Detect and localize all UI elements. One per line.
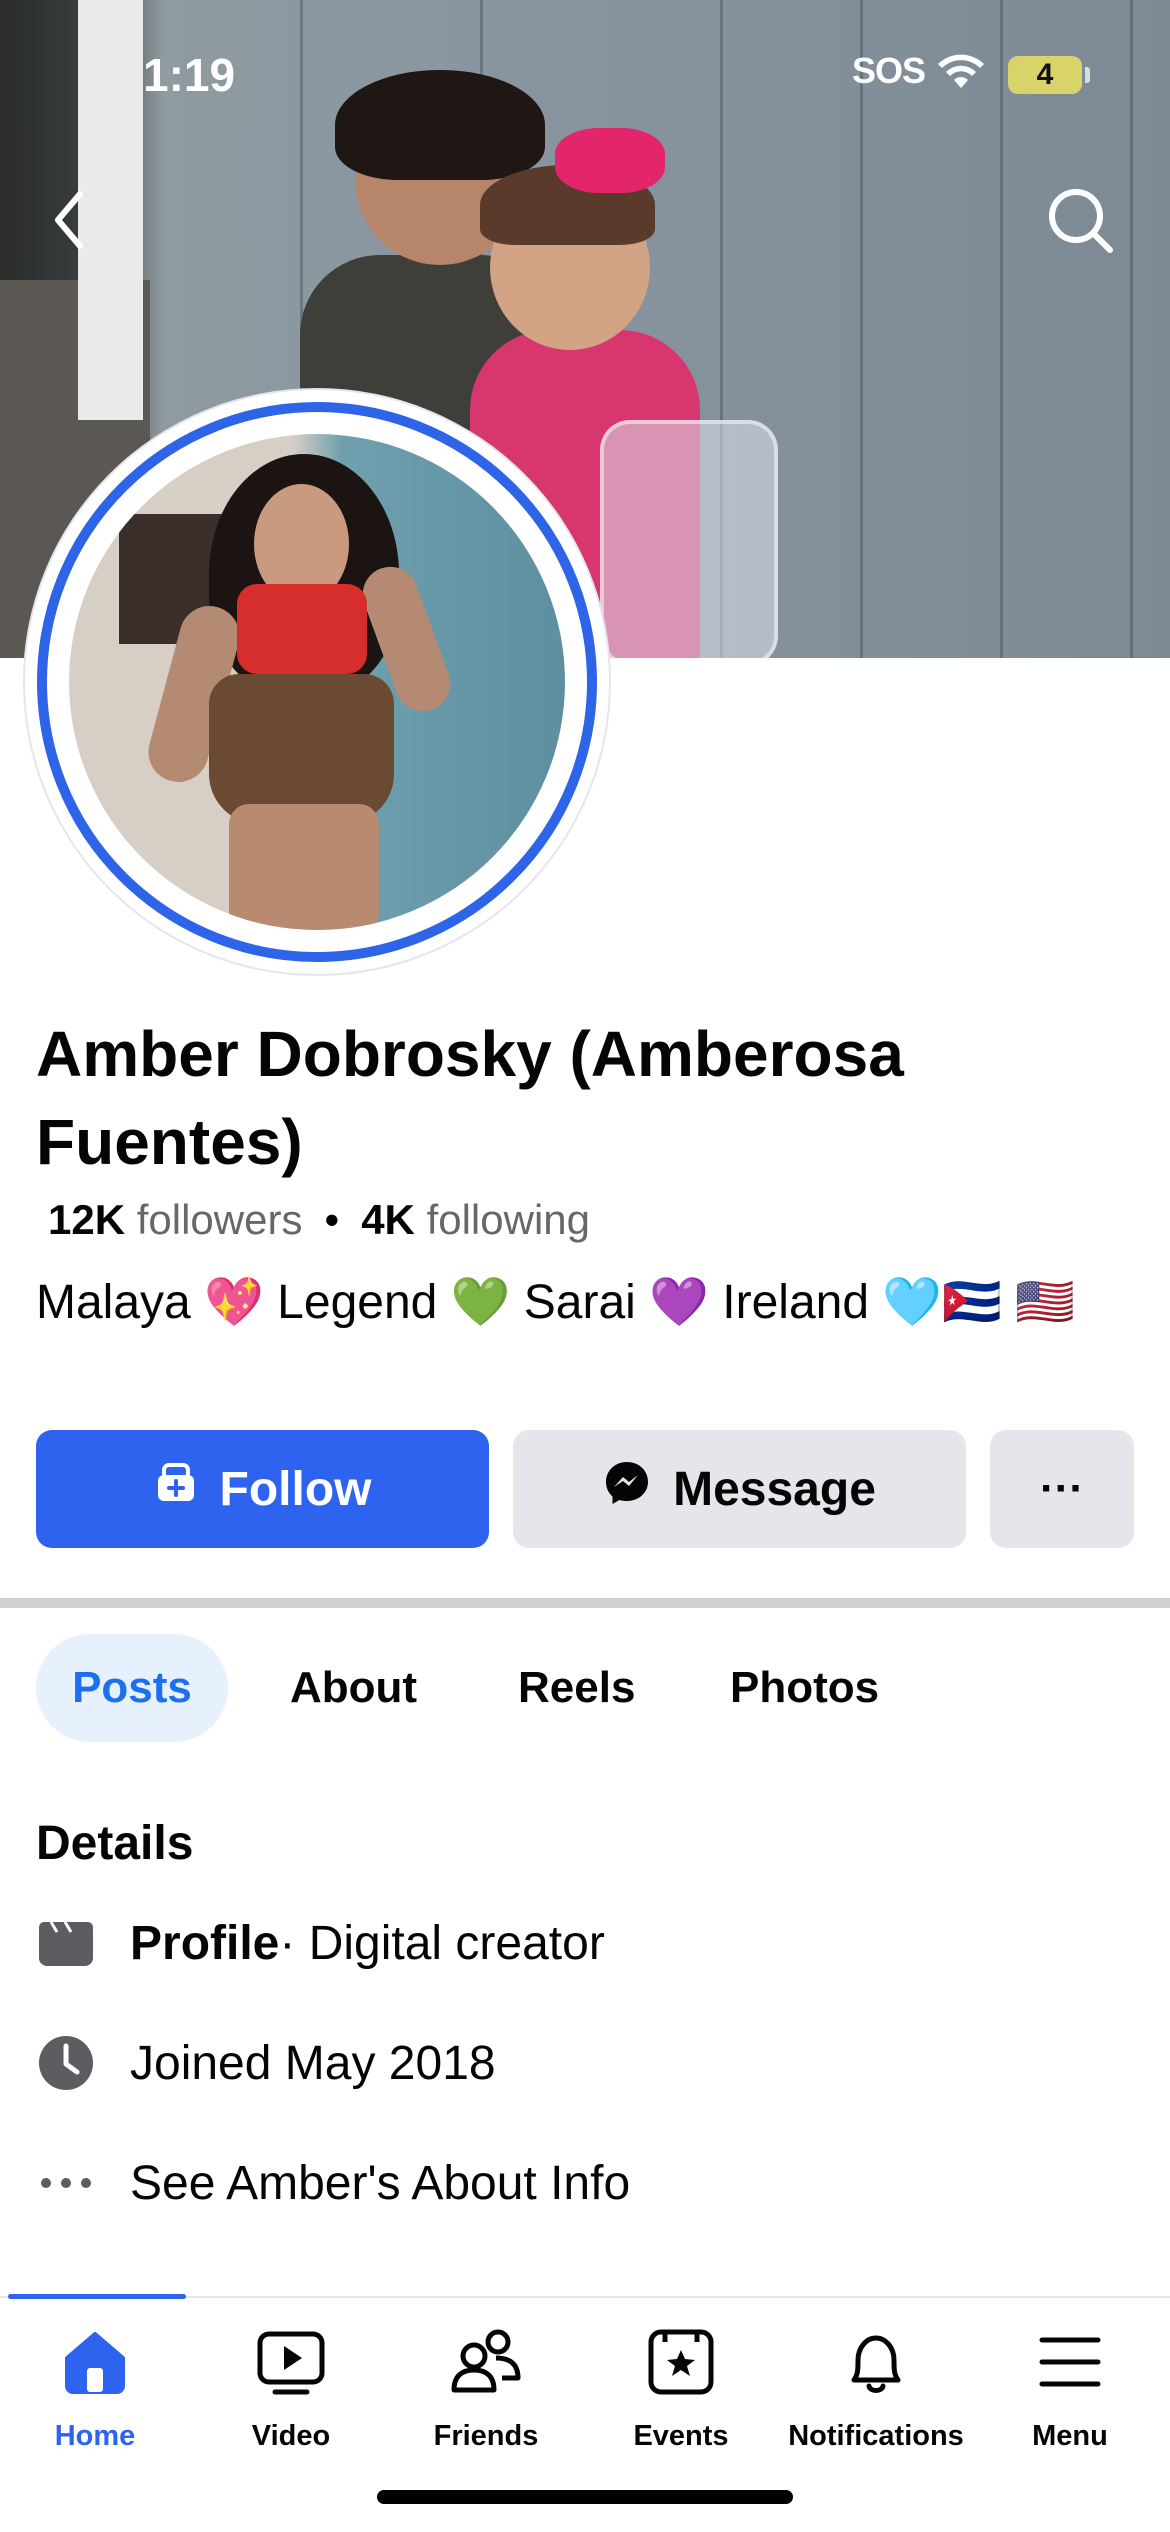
avatar-story-ring	[37, 402, 597, 962]
message-label: Message	[673, 1462, 876, 1516]
profile-bio: Malaya 💖 Legend 💚 Sarai 💜 Ireland 🩵🇨🇺 🇺🇸	[36, 1276, 1076, 1329]
stats-separator: •	[324, 1196, 340, 1243]
nav-video-label: Video	[251, 2420, 331, 2452]
nav-notifications[interactable]: Notifications	[781, 2322, 971, 2453]
home-indicator[interactable]	[377, 2490, 793, 2504]
profile-avatar[interactable]	[25, 390, 609, 974]
follow-icon	[154, 1461, 220, 1517]
followers-label[interactable]: followers	[137, 1196, 303, 1243]
tab-about[interactable]: About	[290, 1634, 417, 1742]
avatar-legs	[229, 804, 379, 930]
tab-reels[interactable]: Reels	[518, 1634, 635, 1742]
detail-profile-category: · Digital creator	[279, 1916, 605, 1970]
home-icon	[0, 2322, 190, 2402]
nav-friends-label: Friends	[433, 2420, 539, 2452]
avatar-leopard-skirt	[209, 674, 394, 824]
cover-plank	[860, 0, 863, 658]
cover-backpack	[600, 420, 778, 658]
bell-icon	[781, 2322, 971, 2402]
messenger-icon	[603, 1459, 673, 1519]
detail-profile-type: Profile · Digital creator	[36, 1908, 605, 1978]
nav-events[interactable]: Events	[586, 2322, 776, 2453]
nav-home[interactable]: Home	[0, 2322, 190, 2453]
profile-name: Amber Dobrosky (Amberosa Fuentes)	[36, 1018, 904, 1178]
nav-menu[interactable]: Menu	[975, 2322, 1165, 2453]
cover-child-hair	[335, 70, 545, 180]
clock-icon	[36, 2033, 96, 2093]
follow-button[interactable]: Follow	[36, 1430, 489, 1548]
nav-friends[interactable]: Friends	[391, 2322, 581, 2453]
cover-plank	[1130, 0, 1133, 658]
nav-video[interactable]: Video	[196, 2322, 386, 2453]
see-about-info-link[interactable]: See Amber's About Info	[36, 2148, 630, 2218]
detail-joined: Joined May 2018	[36, 2028, 496, 2098]
chevron-left-icon	[40, 191, 100, 264]
search-button[interactable]	[1040, 180, 1120, 260]
avatar-photo	[69, 434, 565, 930]
nav-menu-label: Menu	[1032, 2420, 1108, 2452]
nav-events-label: Events	[633, 2420, 729, 2452]
detail-profile-label: Profile	[130, 1916, 280, 1970]
wifi-icon	[936, 52, 986, 95]
battery-icon: 4	[1008, 56, 1082, 94]
active-tab-indicator	[8, 2294, 186, 2299]
battery-level: 4	[1036, 58, 1054, 91]
ellipsis-icon	[36, 2153, 96, 2213]
nav-notifications-label: Notifications	[788, 2420, 964, 2452]
cover-plank	[1000, 0, 1003, 658]
message-button[interactable]: Message	[513, 1430, 966, 1548]
back-button[interactable]	[40, 180, 110, 260]
cover-hair-bow	[555, 128, 665, 193]
status-time: 1:19	[143, 49, 236, 101]
menu-icon	[975, 2322, 1165, 2402]
details-heading: Details	[36, 1817, 194, 1870]
more-options-button[interactable]: ···	[990, 1430, 1134, 1548]
friends-icon	[391, 2322, 581, 2402]
tab-photos[interactable]: Photos	[730, 1634, 879, 1742]
more-dots-icon: ···	[1040, 1464, 1084, 1513]
nav-home-label: Home	[54, 2420, 136, 2452]
following-count[interactable]: 4K	[361, 1196, 415, 1243]
following-label[interactable]: following	[427, 1196, 590, 1243]
tab-posts[interactable]: Posts	[36, 1634, 228, 1742]
events-icon	[586, 2322, 776, 2402]
follow-stats[interactable]: 12K followers • 4K following	[48, 1196, 590, 1244]
page-icon	[36, 1913, 96, 1973]
section-divider	[0, 1598, 1170, 1608]
battery-tip	[1085, 67, 1090, 83]
followers-count[interactable]: 12K	[48, 1196, 125, 1243]
see-about-info-text: See Amber's About Info	[130, 2156, 631, 2210]
follow-label: Follow	[219, 1462, 372, 1516]
avatar-red-top	[237, 584, 367, 674]
detail-joined-text: Joined May 2018	[130, 2036, 496, 2090]
status-sos: SOS	[852, 50, 926, 91]
search-icon	[1040, 189, 1120, 264]
video-icon	[196, 2322, 386, 2402]
